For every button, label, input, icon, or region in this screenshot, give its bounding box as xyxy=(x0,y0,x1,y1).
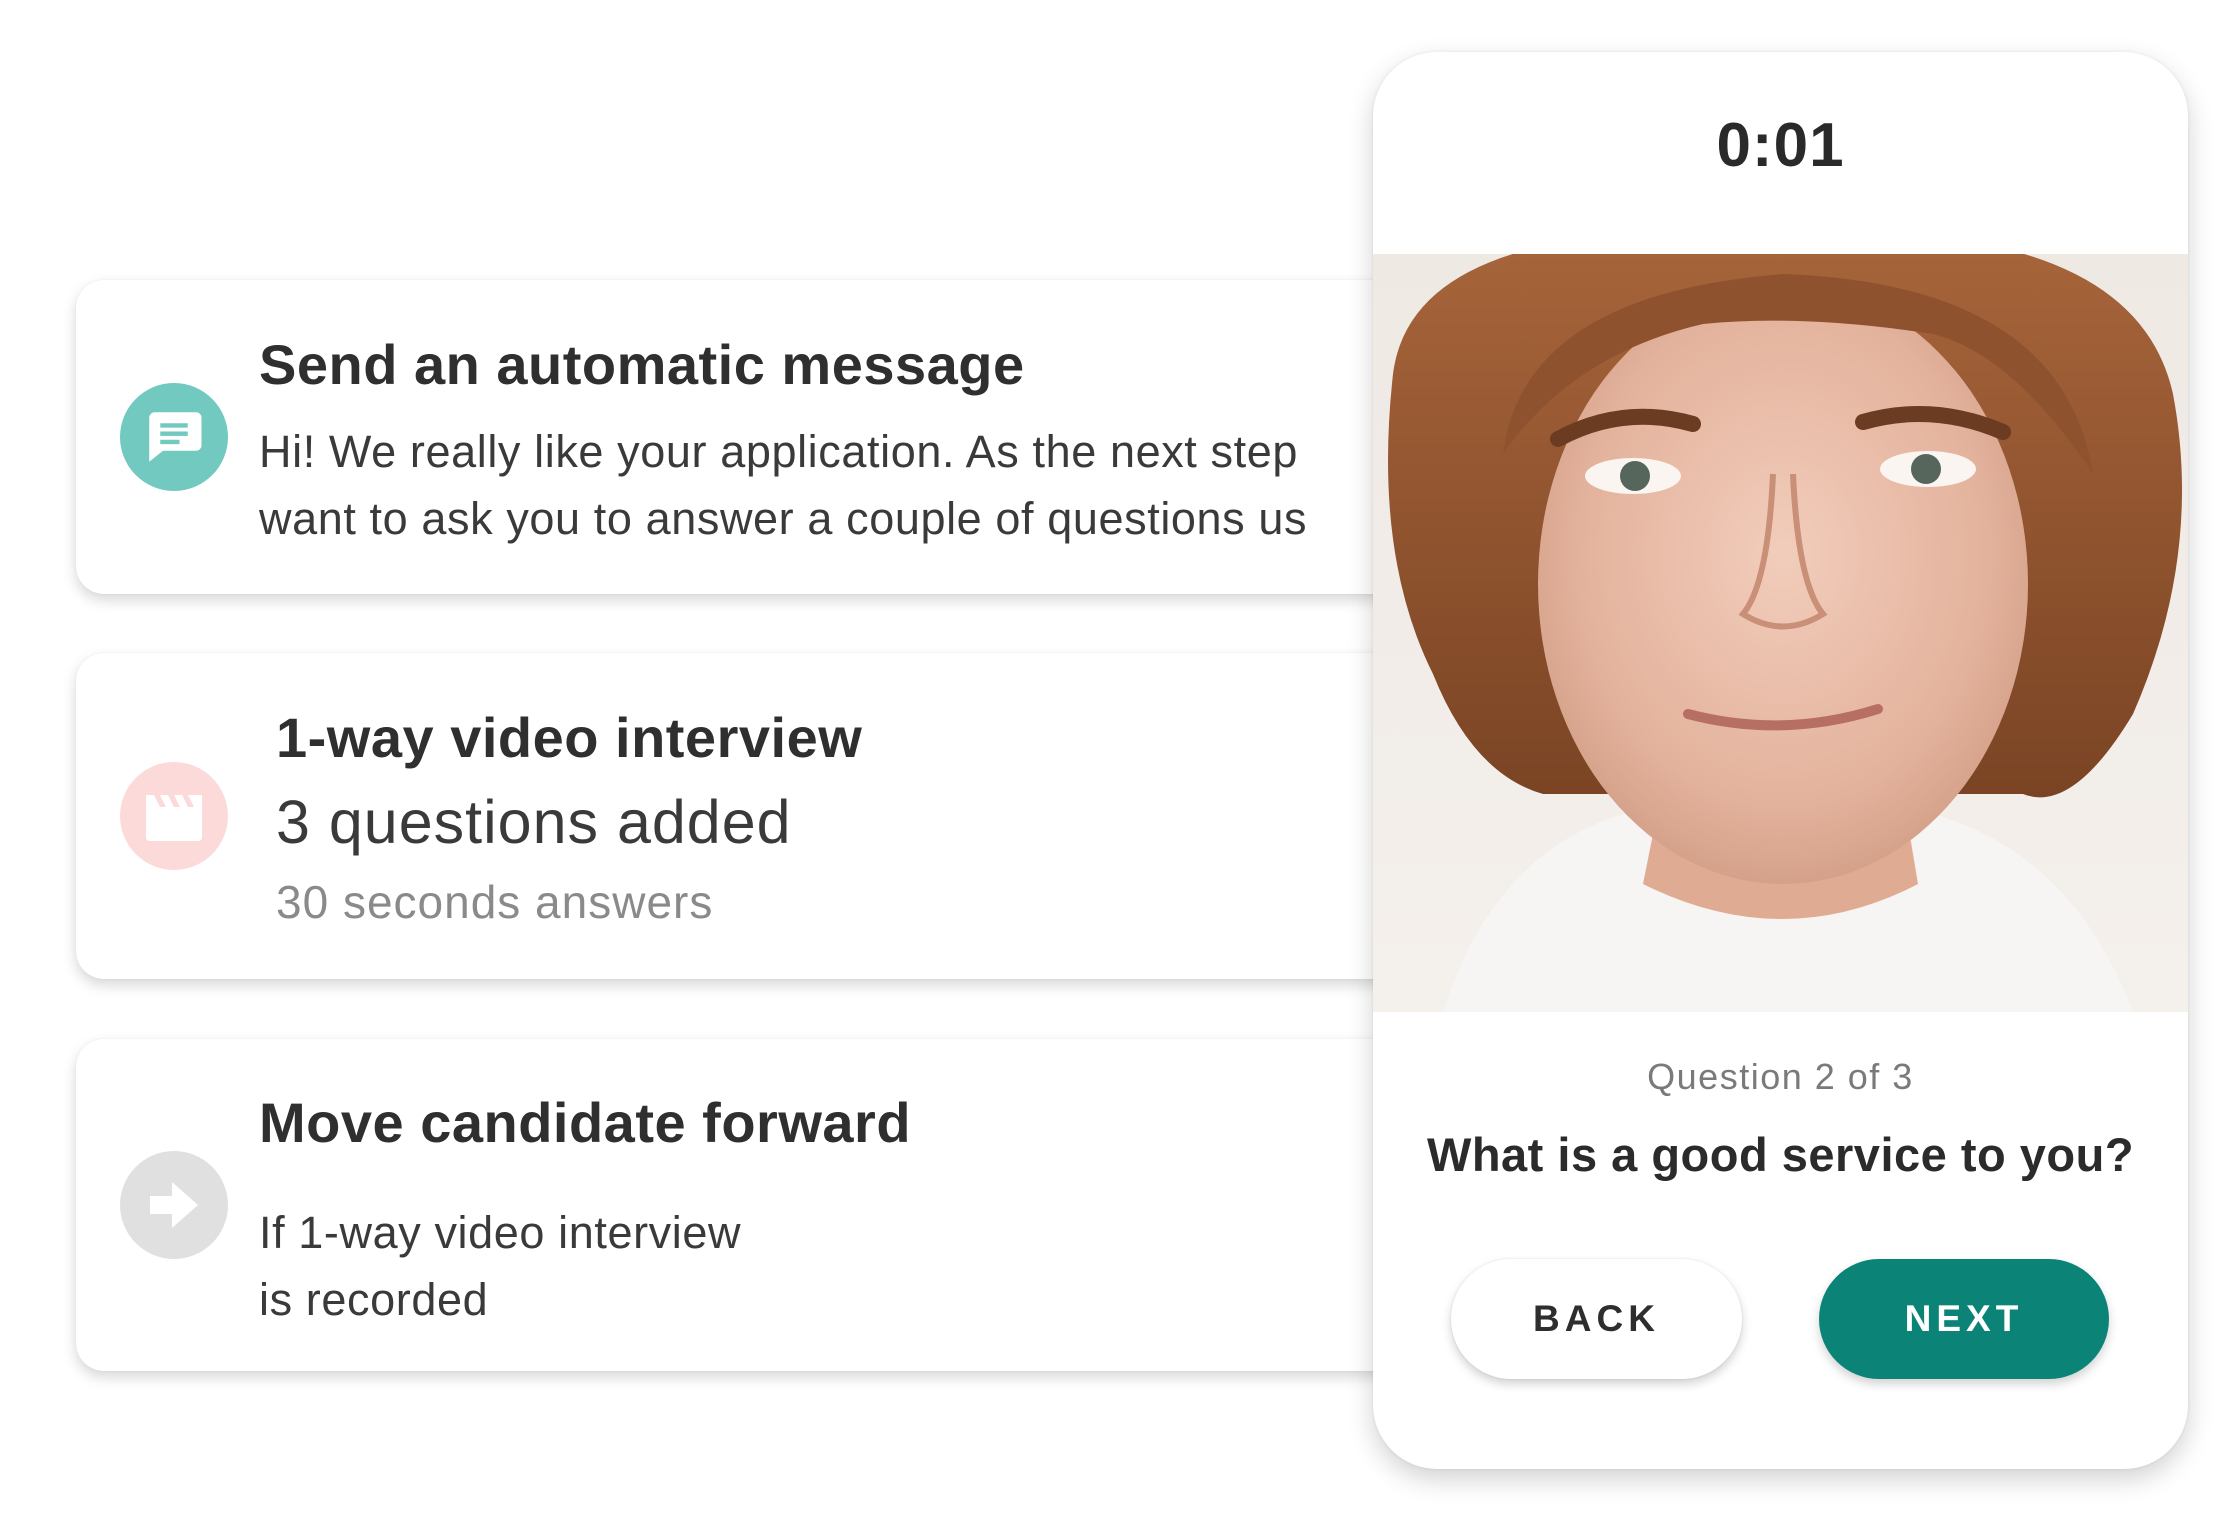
condition-line: If 1-way video interview xyxy=(259,1207,742,1258)
video-interview-card[interactable]: 1-way video interview 3 questions added … xyxy=(76,653,1446,979)
automatic-message-card[interactable]: Send an automatic message Hi! We really … xyxy=(76,280,1446,594)
recording-timer: 0:01 xyxy=(1716,111,1845,180)
card-message-text: Hi! We really like your application. As … xyxy=(259,418,1307,552)
card-title: Send an automatic message xyxy=(259,333,1025,396)
card-title: 1-way video interview xyxy=(276,706,863,769)
message-line: Hi! We really like your application. As … xyxy=(259,426,1298,477)
message-line: want to ask you to answer a couple of qu… xyxy=(259,493,1308,544)
answer-duration-text: 30 seconds answers xyxy=(276,876,714,928)
move-candidate-card[interactable]: Move candidate forward If 1-way video in… xyxy=(76,1039,1446,1371)
video-clapperboard-icon xyxy=(120,762,228,870)
next-button[interactable]: NEXT xyxy=(1819,1259,2109,1379)
card-title: Move candidate forward xyxy=(259,1091,912,1154)
question-counter: Question 2 of 3 xyxy=(1647,1056,1914,1097)
chat-message-icon xyxy=(120,383,228,491)
back-button[interactable]: BACK xyxy=(1451,1259,1742,1379)
question-text: What is a good service to you? xyxy=(1426,1128,2135,1181)
candidate-video-feed xyxy=(1373,254,2188,1012)
arrow-right-icon xyxy=(120,1151,228,1259)
card-condition-text: If 1-way video interview is recorded xyxy=(259,1199,741,1333)
condition-line: is recorded xyxy=(259,1274,489,1325)
questions-added-text: 3 questions added xyxy=(276,788,792,856)
video-interview-phone: 0:01 Question 2 of 3 What is a good serv… xyxy=(1373,52,2188,1469)
